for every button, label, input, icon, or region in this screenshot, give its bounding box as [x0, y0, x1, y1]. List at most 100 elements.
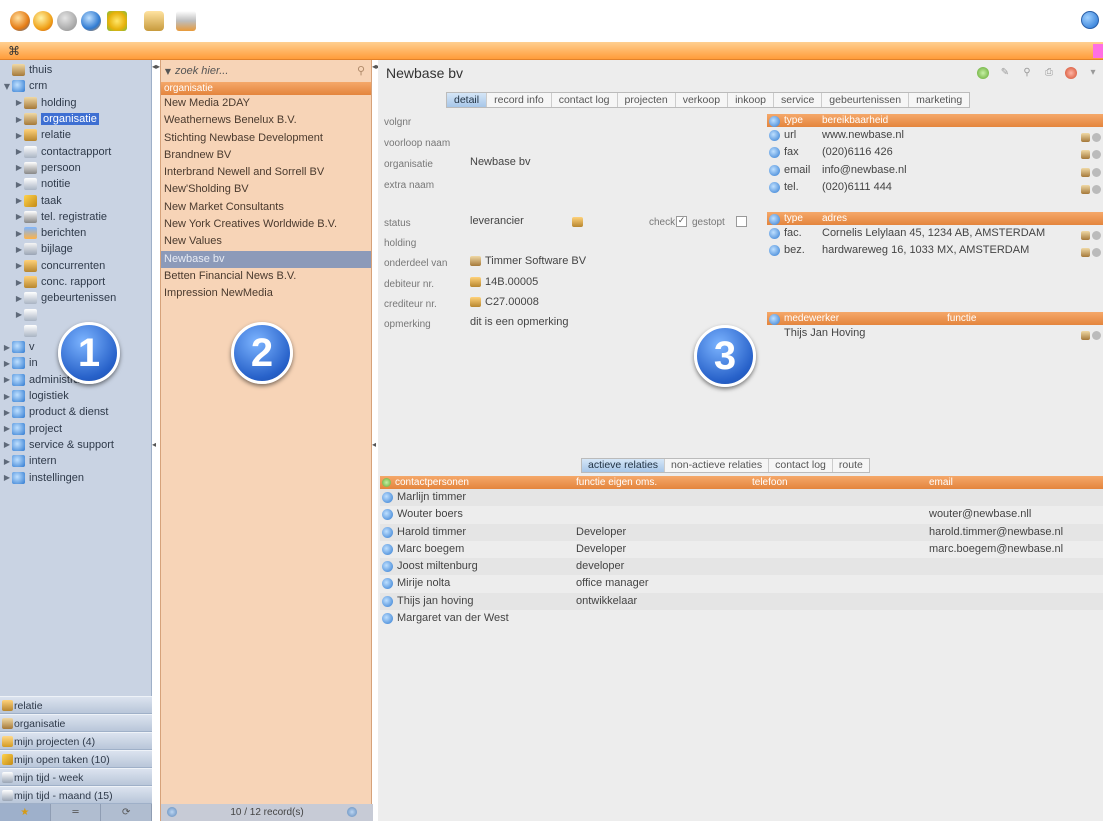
nav-tree-item[interactable]: ▶ conc. rapport — [0, 274, 152, 290]
subtab-non-actieve-relaties[interactable]: non-actieve relaties — [665, 459, 770, 472]
contact-row[interactable]: Marlijn timmer — [380, 489, 1103, 507]
chevron-right-icon[interactable]: ▶ — [14, 163, 24, 172]
crediteur-value[interactable]: C27.00008 — [470, 296, 539, 308]
contact-row[interactable]: Joost miltenburg developer — [380, 558, 1103, 576]
search-input[interactable] — [175, 65, 345, 77]
nav-tree-item[interactable]: ▶ service & support — [0, 437, 152, 453]
chevron-right-icon[interactable]: ▶ — [14, 147, 24, 156]
nav-tree-item[interactable]: ▶ bijlage — [0, 241, 152, 257]
menu-chevron-down-icon[interactable]: ▾ — [1087, 67, 1099, 79]
nav-tree-item[interactable]: ▶ organisatie — [0, 111, 152, 127]
nav-tree-item[interactable]: ▶ instellingen — [0, 469, 152, 485]
chevron-right-icon[interactable]: ▶ — [14, 294, 24, 303]
print-record-icon[interactable]: ⎙ — [1043, 67, 1055, 79]
list-item[interactable]: New Media 2DAY — [161, 95, 371, 112]
record-nav-next-icon[interactable] — [347, 807, 357, 817]
nav-tree-item[interactable]: ▶ taak — [0, 192, 152, 208]
contacts-function-header[interactable]: functie eigen oms. — [576, 476, 657, 489]
shortcut-item[interactable]: mijn projecten (4) — [0, 732, 152, 750]
globe-yellow-icon[interactable] — [33, 11, 53, 31]
search-dropdown-icon[interactable]: ▼ — [161, 67, 175, 76]
chevron-right-icon[interactable]: ▶ — [14, 212, 24, 221]
nav-tree-item[interactable]: ▶ concurrenten — [0, 258, 152, 274]
chevron-right-icon[interactable]: ▶ — [14, 180, 24, 189]
tab-gebeurtenissen[interactable]: gebeurtenissen — [822, 93, 910, 107]
chevron-right-icon[interactable]: ▶ — [2, 343, 12, 352]
tab-inkoop[interactable]: inkoop — [728, 93, 775, 107]
nav-tree-item[interactable]: ▶ holding — [0, 95, 152, 111]
shortcut-item[interactable]: mijn tijd - maand (15) — [0, 786, 152, 804]
tab-projecten[interactable]: projecten — [618, 93, 676, 107]
nav-tree-item[interactable]: ▶ product & dienst — [0, 404, 152, 420]
status-people-icon[interactable] — [572, 217, 583, 227]
nav-tree-item[interactable]: ▶ persoon — [0, 160, 152, 176]
address-value-header[interactable]: adres — [822, 212, 847, 225]
people-icon[interactable] — [144, 11, 164, 31]
favorites-star-icon[interactable] — [107, 11, 127, 31]
list-header[interactable]: organisatie — [161, 82, 371, 95]
chevron-right-icon[interactable]: ▶ — [14, 245, 24, 254]
list-item[interactable]: Newbase bv — [161, 250, 371, 268]
nav-tree-item[interactable]: ▶ project — [0, 421, 152, 437]
gestopt-checkbox[interactable] — [736, 216, 747, 227]
nav-tree-item[interactable]: ▶ berichten — [0, 225, 152, 241]
edit-icon[interactable]: ✎ — [999, 67, 1011, 79]
tab-service[interactable]: service — [774, 93, 823, 107]
debiteur-value[interactable]: 14B.00005 — [470, 276, 538, 288]
row-action-icons[interactable] — [1079, 166, 1101, 177]
nav-tree-item[interactable]: ▶ logistiek — [0, 388, 152, 404]
row-action-icons[interactable] — [1079, 229, 1101, 240]
reach-value-header[interactable]: bereikbaarheid — [822, 114, 888, 127]
contact-row[interactable]: Marc boegem Developer marc.boegem@newbase.… — [380, 541, 1103, 558]
print-icon[interactable] — [176, 11, 196, 31]
staff-name-header[interactable]: medewerker — [784, 312, 839, 325]
shortcut-item[interactable]: organisatie — [0, 714, 152, 732]
shortcut-item[interactable]: mijn tijd - week — [0, 768, 152, 786]
chevron-right-icon[interactable]: ▶ — [2, 392, 12, 401]
list-item[interactable]: New York Creatives Worldwide B.V. — [161, 216, 371, 233]
row-action-icons[interactable] — [1079, 329, 1101, 340]
add-contact-icon[interactable] — [382, 478, 391, 487]
globe-gear-icon[interactable] — [81, 11, 101, 31]
chevron-down-icon[interactable]: ▼ — [2, 82, 12, 91]
contact-row[interactable]: Margaret van der West — [380, 610, 1103, 627]
globe-orange-icon[interactable] — [10, 11, 30, 31]
chevron-right-icon[interactable]: ▶ — [14, 310, 24, 319]
list-item[interactable]: Brandnew BV — [161, 147, 371, 164]
nav-tree-item[interactable]: ▶ tel. registratie — [0, 209, 152, 225]
gray-circle-icon[interactable] — [57, 11, 77, 31]
list-item[interactable]: Betten Financial News B.V. — [161, 268, 371, 285]
table-row[interactable]: fac. Cornelis Lelylaan 45, 1234 AB, AMSTE… — [767, 225, 1103, 242]
chevron-right-icon[interactable]: ▶ — [14, 98, 24, 107]
bug-icon[interactable]: ⌘ — [8, 44, 20, 58]
nav-tree-item[interactable]: thuis — [0, 62, 152, 78]
chevron-right-icon[interactable]: ▶ — [14, 131, 24, 140]
list-item[interactable]: Impression NewMedia — [161, 285, 371, 302]
help-globe-icon[interactable] — [1081, 11, 1099, 29]
nav-tree-item[interactable]: ▶ intern — [0, 453, 152, 469]
nav-splitter-handle[interactable]: ◂▸ — [152, 62, 160, 71]
row-action-icons[interactable] — [1079, 246, 1101, 258]
chevron-right-icon[interactable]: ▶ — [14, 196, 24, 205]
table-row[interactable]: url www.newbase.nl — [767, 127, 1103, 144]
subtab-route[interactable]: route — [833, 459, 869, 472]
contact-row[interactable]: Harold timmer Developer harold.timmer@newb… — [380, 523, 1103, 541]
list-item[interactable]: New Market Consultants — [161, 199, 371, 216]
chevron-right-icon[interactable]: ▶ — [2, 408, 12, 417]
list-item[interactable]: New Values — [161, 233, 371, 250]
table-row[interactable]: bez. hardwareweg 16, 1033 MX, AMSTERDAM — [767, 242, 1103, 259]
table-row[interactable]: fax (020)6116 426 — [767, 144, 1103, 161]
chevron-right-icon[interactable]: ▶ — [14, 278, 24, 287]
shortcut-item[interactable]: relatie — [0, 696, 152, 714]
record-nav-prev-icon[interactable] — [167, 807, 177, 817]
onderdeel-value[interactable]: Timmer Software BV — [470, 255, 586, 267]
organisatie-value[interactable]: Newbase bv — [470, 156, 531, 168]
table-row[interactable]: email info@newbase.nl — [767, 162, 1103, 179]
chevron-right-icon[interactable]: ▶ — [2, 375, 12, 384]
delete-icon[interactable] — [1065, 67, 1077, 79]
add-icon[interactable] — [977, 67, 989, 79]
tab-contact-log[interactable]: contact log — [552, 93, 618, 107]
chevron-right-icon[interactable]: ▶ — [2, 424, 12, 433]
subtab-contact-log[interactable]: contact log — [769, 459, 833, 472]
list-item[interactable]: Weathernews Benelux B.V. — [161, 112, 371, 129]
